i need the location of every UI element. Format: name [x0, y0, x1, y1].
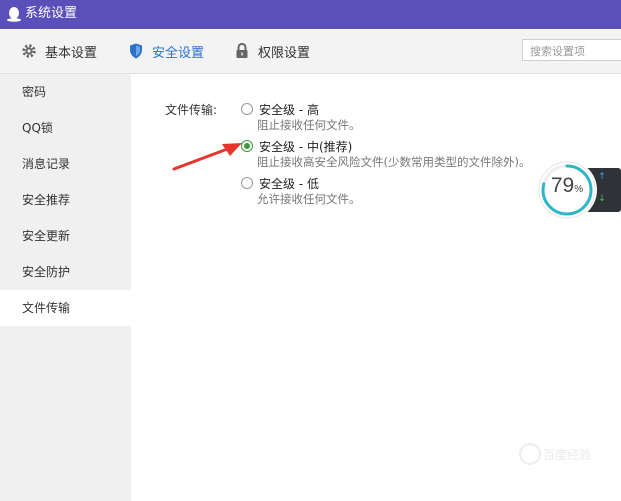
watermark-logo-icon [519, 443, 541, 465]
gear-icon [20, 42, 38, 60]
sidebar: 密码 QQ锁 消息记录 安全推荐 安全更新 安全防护 文件传输 [0, 74, 131, 501]
option-title[interactable]: 安全级 - 低 [259, 175, 319, 192]
sidebar-item-password[interactable]: 密码 [0, 74, 131, 110]
title-bar: 系统设置 [0, 0, 621, 29]
main-content [131, 74, 621, 501]
network-speed-widget[interactable]: 79% ↑ ↓ [537, 160, 621, 220]
option-title[interactable]: 安全级 - 高 [259, 101, 319, 118]
sidebar-item-file-transfer[interactable]: 文件传输 [0, 290, 131, 326]
search-input[interactable]: 搜索设置项 [522, 39, 621, 61]
window-title: 系统设置 [25, 6, 78, 21]
download-arrow-icon: ↓ [598, 194, 606, 204]
radio-security-high[interactable] [241, 103, 253, 115]
tab-label: 安全设置 [152, 45, 205, 61]
qq-penguin-icon [7, 7, 21, 22]
tab-label: 权限设置 [258, 45, 311, 61]
option-description: 阻止接收高安全风险文件(少数常用类型的文件除外)。 [257, 155, 531, 169]
lock-icon [233, 42, 251, 60]
upload-arrow-icon: ↑ [598, 172, 606, 182]
settings-toolbar: 基本设置 安全设置 权限设置 搜索设置项 [0, 29, 621, 74]
memory-gauge: 79% [537, 160, 597, 220]
annotation-arrow-icon [172, 143, 242, 171]
watermark: 百度经验 [519, 441, 609, 471]
gauge-value: 79% [550, 174, 584, 197]
tab-label: 基本设置 [45, 45, 98, 61]
shield-icon [127, 42, 145, 60]
sidebar-item-security-recommend[interactable]: 安全推荐 [0, 182, 131, 218]
tab-basic-settings[interactable]: 基本设置 [20, 29, 97, 73]
tab-security-settings[interactable]: 安全设置 [127, 29, 204, 73]
sidebar-item-message-history[interactable]: 消息记录 [0, 146, 131, 182]
radio-security-low[interactable] [241, 177, 253, 189]
sidebar-item-security-update[interactable]: 安全更新 [0, 218, 131, 254]
tab-permission-settings[interactable]: 权限设置 [233, 29, 310, 73]
sidebar-item-security-protection[interactable]: 安全防护 [0, 254, 131, 290]
file-transfer-label: 文件传输: [165, 103, 218, 117]
option-description: 阻止接收任何文件。 [257, 118, 361, 132]
watermark-text: 百度经验 [543, 448, 592, 462]
sidebar-item-qq-lock[interactable]: QQ锁 [0, 110, 131, 146]
option-description: 允许接收任何文件。 [257, 192, 361, 206]
option-title[interactable]: 安全级 - 中(推荐) [259, 138, 352, 155]
